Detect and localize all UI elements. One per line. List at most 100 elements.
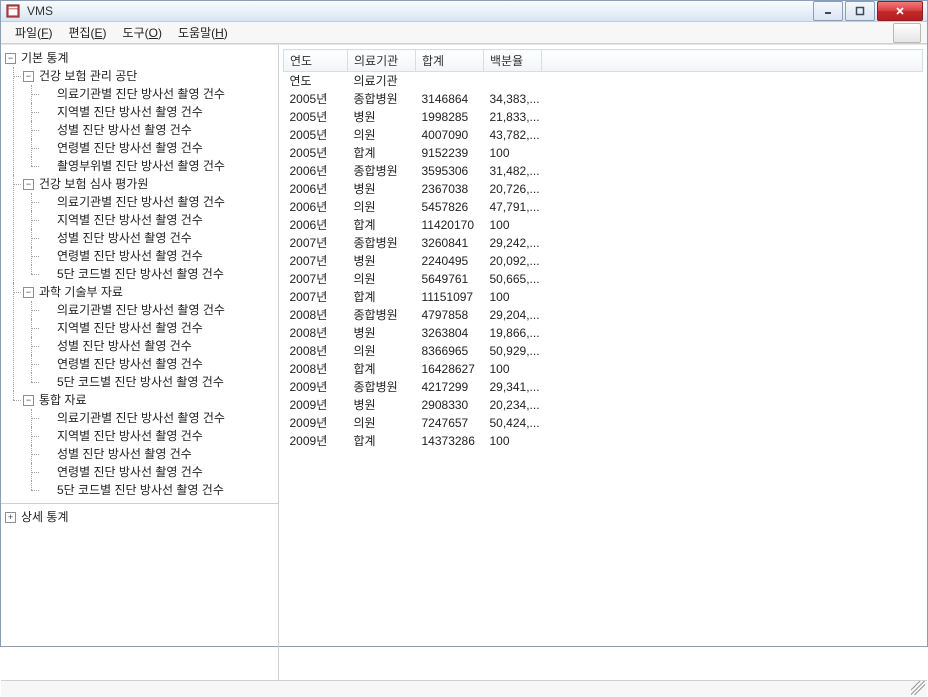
tree-group[interactable]: −건강 보험 심사 평가원	[23, 175, 276, 193]
cell-total: 3595306	[416, 162, 484, 180]
cell-percent: 50,665,...	[484, 270, 542, 288]
cell-total: 4217299	[416, 378, 484, 396]
tree-root[interactable]: − 기본 통계	[5, 49, 276, 67]
table-row[interactable]: 2005년합계9152239100	[284, 144, 923, 162]
tree-item[interactable]: 5단 코드별 진단 방사선 촬영 건수	[41, 481, 276, 499]
tree-item[interactable]: 지역별 진단 방사선 촬영 건수	[41, 211, 276, 229]
menu-edit-hotkey: E	[95, 26, 103, 40]
tree-item[interactable]: 의료기관별 진단 방사선 촬영 건수	[41, 301, 276, 319]
table-row[interactable]: 2009년합계14373286100	[284, 432, 923, 450]
close-button[interactable]	[877, 1, 923, 21]
cell-institution: 의원	[348, 126, 416, 144]
table-row[interactable]: 2006년합계11420170100	[284, 216, 923, 234]
table-row[interactable]: 2009년의원724765750,424,...	[284, 414, 923, 432]
table-row[interactable]: 2008년합계16428627100	[284, 360, 923, 378]
maximize-button[interactable]	[845, 1, 875, 21]
tree-detail-label: 상세 통계	[19, 508, 71, 526]
minus-icon[interactable]: −	[23, 179, 34, 190]
tree-item[interactable]: 의료기관별 진단 방사선 촬영 건수	[41, 193, 276, 211]
tree-item[interactable]: 성별 진단 방사선 촬영 건수	[41, 121, 276, 139]
cell-filler	[542, 324, 923, 342]
cell-year: 2005년	[284, 90, 348, 108]
menu-tools[interactable]: 도구(O)	[115, 22, 170, 43]
main-pane: 연도 의료기관 합계 백분율 연도의료기관2005년종합병원314686434,…	[279, 45, 927, 680]
table-row[interactable]: 2006년의원545782647,791,...	[284, 198, 923, 216]
tree-item[interactable]: 성별 진단 방사선 촬영 건수	[41, 337, 276, 355]
menu-file[interactable]: 파일(F)	[7, 22, 60, 43]
table-row[interactable]: 2008년종합병원479785829,204,...	[284, 306, 923, 324]
sidebar: − 기본 통계 −건강 보험 관리 공단의료기관별 진단 방사선 촬영 건수지역…	[1, 45, 279, 680]
tree-item-label: 5단 코드별 진단 방사선 촬영 건수	[55, 481, 226, 499]
table-row[interactable]: 2007년종합병원326084129,242,...	[284, 234, 923, 252]
tree-item[interactable]: 지역별 진단 방사선 촬영 건수	[41, 103, 276, 121]
table-row[interactable]: 2009년종합병원421729929,341,...	[284, 378, 923, 396]
cell-filler	[542, 108, 923, 126]
tree-item[interactable]: 연령별 진단 방사선 촬영 건수	[41, 247, 276, 265]
tree-item-label: 성별 진단 방사선 촬영 건수	[55, 337, 194, 355]
app-icon	[5, 3, 21, 19]
col-header-year[interactable]: 연도	[284, 50, 348, 72]
menu-help[interactable]: 도움말(H)	[170, 22, 236, 43]
tree-item[interactable]: 연령별 진단 방사선 촬영 건수	[41, 355, 276, 373]
col-header-institution[interactable]: 의료기관	[348, 50, 416, 72]
tree-group-label: 과학 기술부 자료	[37, 283, 125, 301]
cell-year: 2009년	[284, 378, 348, 396]
cell-total: 5649761	[416, 270, 484, 288]
cell-filler	[542, 396, 923, 414]
table-row[interactable]: 2008년의원836696550,929,...	[284, 342, 923, 360]
tree-item[interactable]: 촬영부위별 진단 방사선 촬영 건수	[41, 157, 276, 175]
col-header-total[interactable]: 합계	[416, 50, 484, 72]
tree-detail-root[interactable]: + 상세 통계	[5, 508, 276, 526]
minus-icon[interactable]: −	[23, 395, 34, 406]
minimize-button[interactable]	[813, 1, 843, 21]
minus-icon[interactable]: −	[23, 71, 34, 82]
cell-total: 4007090	[416, 126, 484, 144]
tree-item[interactable]: 연령별 진단 방사선 촬영 건수	[41, 139, 276, 157]
menu-tools-hotkey: O	[149, 26, 158, 40]
col-header-percent[interactable]: 백분율	[484, 50, 542, 72]
table-row[interactable]: 2007년합계11151097100	[284, 288, 923, 306]
table-row[interactable]: 2008년병원326380419,866,...	[284, 324, 923, 342]
menu-edit[interactable]: 편집(E)	[60, 22, 114, 43]
table-row[interactable]: 2005년의원400709043,782,...	[284, 126, 923, 144]
tree-item[interactable]: 의료기관별 진단 방사선 촬영 건수	[41, 409, 276, 427]
menu-edit-label: 편집	[68, 26, 90, 40]
table-row[interactable]: 2006년종합병원359530631,482,...	[284, 162, 923, 180]
toolbar-overflow-button[interactable]	[893, 23, 921, 43]
cell-institution: 합계	[348, 360, 416, 378]
tree-group-label: 건강 보험 관리 공단	[37, 67, 139, 85]
tree-item[interactable]: 성별 진단 방사선 촬영 건수	[41, 445, 276, 463]
tree-item-label: 지역별 진단 방사선 촬영 건수	[55, 103, 205, 121]
tree-item-label: 성별 진단 방사선 촬영 건수	[55, 229, 194, 247]
plus-icon[interactable]: +	[5, 512, 16, 523]
cell-filler	[542, 198, 923, 216]
menu-file-hotkey: F	[41, 26, 48, 40]
table-row[interactable]: 2009년병원290833020,234,...	[284, 396, 923, 414]
tree-detail-stats[interactable]: + 상세 통계	[1, 504, 278, 680]
tree-item[interactable]: 5단 코드별 진단 방사선 촬영 건수	[41, 265, 276, 283]
table-row[interactable]: 연도의료기관	[284, 72, 923, 91]
tree-item[interactable]: 5단 코드별 진단 방사선 촬영 건수	[41, 373, 276, 391]
cell-percent: 100	[484, 216, 542, 234]
tree-group[interactable]: −과학 기술부 자료	[23, 283, 276, 301]
minus-icon[interactable]: −	[5, 53, 16, 64]
tree-item[interactable]: 성별 진단 방사선 촬영 건수	[41, 229, 276, 247]
table-row[interactable]: 2007년의원564976150,665,...	[284, 270, 923, 288]
tree-group[interactable]: −건강 보험 관리 공단	[23, 67, 276, 85]
tree-item[interactable]: 의료기관별 진단 방사선 촬영 건수	[41, 85, 276, 103]
tree-group[interactable]: −통합 자료	[23, 391, 276, 409]
resize-grip-icon[interactable]	[911, 681, 925, 695]
tree-item[interactable]: 연령별 진단 방사선 촬영 건수	[41, 463, 276, 481]
table-row[interactable]: 2005년종합병원314686434,383,...	[284, 90, 923, 108]
tree-basic-stats[interactable]: − 기본 통계 −건강 보험 관리 공단의료기관별 진단 방사선 촬영 건수지역…	[1, 45, 278, 504]
table-row[interactable]: 2007년병원224049520,092,...	[284, 252, 923, 270]
tree-item[interactable]: 지역별 진단 방사선 촬영 건수	[41, 319, 276, 337]
data-listview[interactable]: 연도 의료기관 합계 백분율 연도의료기관2005년종합병원314686434,…	[283, 49, 923, 678]
table-row[interactable]: 2006년병원236703820,726,...	[284, 180, 923, 198]
tree-item[interactable]: 지역별 진단 방사선 촬영 건수	[41, 427, 276, 445]
cell-filler	[542, 216, 923, 234]
table-row[interactable]: 2005년병원199828521,833,...	[284, 108, 923, 126]
tree-item-label: 연령별 진단 방사선 촬영 건수	[55, 247, 205, 265]
cell-total	[416, 72, 484, 91]
minus-icon[interactable]: −	[23, 287, 34, 298]
